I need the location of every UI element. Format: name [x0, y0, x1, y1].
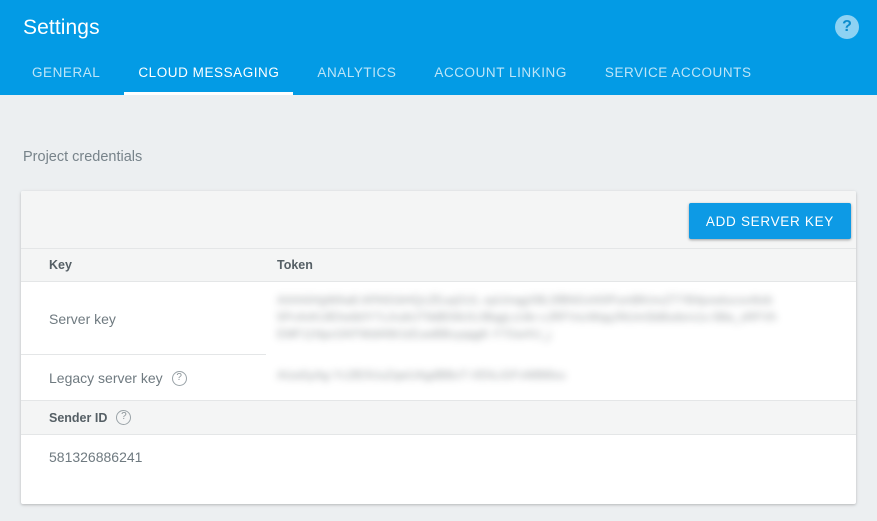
project-credentials-card: ADD SERVER KEY Key Token Server key AAAA…	[21, 191, 856, 504]
table-row[interactable]: Legacy server key ? AIzaSyAg-Yc2lE0UuZqw…	[21, 355, 856, 401]
cell-key: Server key	[21, 311, 266, 327]
sender-id-header-cell: Sender ID ?	[21, 410, 266, 425]
page-title: Settings	[23, 16, 100, 39]
help-circle-icon[interactable]: ?	[835, 15, 859, 39]
column-header-token: Token	[277, 258, 313, 272]
row-label-legacy-server-key: Legacy server key	[49, 370, 163, 386]
cell-sender-id-value: 581326886241	[21, 449, 266, 467]
settings-page: Settings ? GENERAL CLOUD MESSAGING ANALY…	[0, 0, 877, 521]
tab-general-label: GENERAL	[32, 65, 101, 80]
help-circle-icon[interactable]: ?	[171, 370, 187, 386]
sender-id-value: 581326886241	[49, 449, 143, 465]
tab-analytics-label: ANALYTICS	[317, 65, 397, 80]
help-circle-icon[interactable]: ?	[116, 410, 132, 425]
sender-id-label: Sender ID	[49, 410, 108, 425]
app-header: Settings ? GENERAL CLOUD MESSAGING ANALY…	[0, 0, 877, 95]
tab-analytics[interactable]: ANALYTICS	[303, 50, 410, 95]
add-server-key-button[interactable]: ADD SERVER KEY	[688, 203, 851, 239]
sender-id-header-row: Sender ID ?	[21, 401, 856, 435]
tab-service-accounts-label: SERVICE ACCOUNTS	[604, 65, 752, 80]
tab-cloud-messaging-label: CLOUD MESSAGING	[138, 65, 280, 80]
section-label-project-credentials: Project credentials	[23, 149, 143, 165]
cell-token-redacted: AIzaSyAg-Yc2lE0UuZqwUAgdBBoT-VEhLiGFvWB8…	[277, 370, 566, 382]
table-row[interactable]: Server key AAAAiHgWAa8:APA91bHQcZEuqGUL-…	[21, 282, 856, 355]
tab-account-linking-label: ACCOUNT LINKING	[434, 65, 567, 80]
help-glyph: ?	[842, 17, 852, 35]
tab-cloud-messaging[interactable]: CLOUD MESSAGING	[124, 50, 294, 95]
tab-general[interactable]: GENERAL	[18, 50, 114, 95]
tab-account-linking[interactable]: ACCOUNT LINKING	[420, 50, 581, 95]
help-glyph: ?	[121, 411, 127, 423]
cell-key: Legacy server key ?	[21, 370, 266, 386]
tab-bar: GENERAL CLOUD MESSAGING ANALYTICS ACCOUN…	[0, 50, 877, 95]
table-header-row: Key Token	[21, 249, 856, 282]
tab-service-accounts[interactable]: SERVICE ACCOUNTS	[591, 50, 766, 95]
sender-id-value-row[interactable]: 581326886241	[21, 435, 856, 481]
cell-token-redacted: AAAAiHgWAa8:APA91bHQcZEuqGUL-xpUmqgXBL5f…	[277, 295, 777, 341]
row-label-server-key: Server key	[49, 310, 116, 327]
column-header-key: Key	[49, 258, 72, 272]
help-glyph: ?	[176, 371, 182, 383]
card-toolbar: ADD SERVER KEY	[21, 191, 856, 249]
